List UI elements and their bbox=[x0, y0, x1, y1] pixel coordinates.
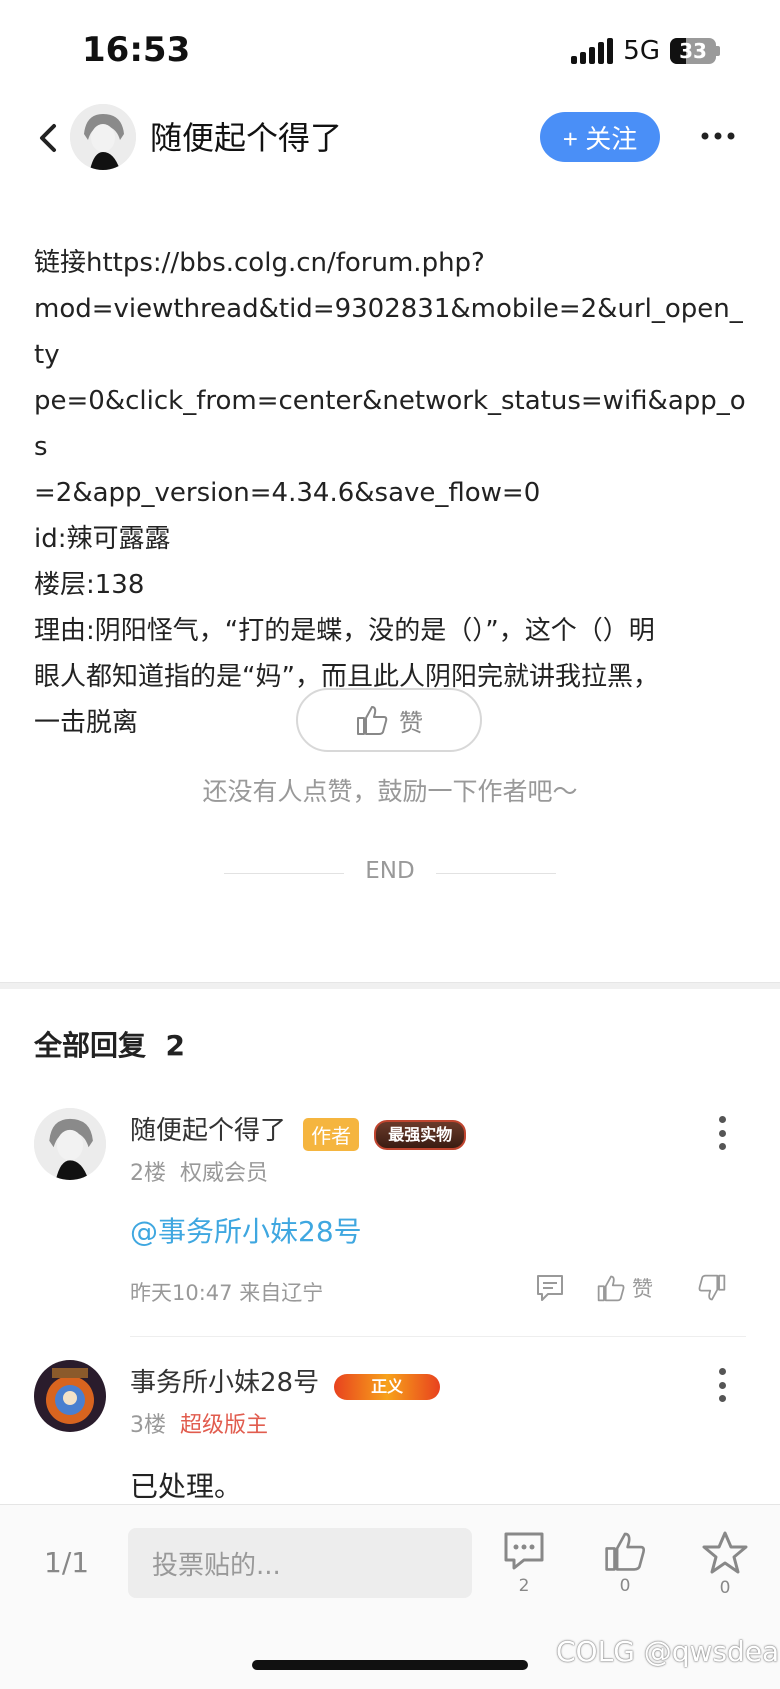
like-post-button[interactable]: 赞 bbox=[296, 688, 482, 752]
thumbs-up-icon bbox=[597, 1275, 625, 1302]
reply-like-button[interactable]: 赞 bbox=[596, 1273, 653, 1303]
reply-more-icon[interactable] bbox=[718, 1116, 726, 1150]
author-tag: 作者 bbox=[303, 1118, 360, 1151]
replies-count: 2 bbox=[165, 1029, 185, 1062]
page-indicator[interactable]: 1/1 bbox=[44, 1546, 89, 1579]
author-avatar[interactable] bbox=[70, 104, 136, 170]
reply-content: 已处理。 bbox=[130, 1470, 243, 1503]
thumbs-down-icon[interactable] bbox=[697, 1273, 727, 1303]
replies-title: 全部回复 2 bbox=[34, 1029, 185, 1062]
reply-role: 权威会员 bbox=[180, 1161, 269, 1186]
like-hint: 还没有人点赞，鼓励一下作者吧～ bbox=[202, 777, 578, 806]
status-indicators: 5G 33 bbox=[571, 36, 720, 66]
comments-button[interactable]: 2 bbox=[502, 1530, 546, 1596]
battery-icon: 33 bbox=[670, 38, 716, 64]
thumbs-up-icon bbox=[605, 1532, 646, 1571]
reply-author-name[interactable]: 事务所小妹28号 bbox=[130, 1368, 319, 1398]
end-divider-right bbox=[436, 873, 556, 874]
section-divider bbox=[0, 982, 780, 989]
post-content: 链接https://bbs.colg.cn/forum.php? mod=vie… bbox=[34, 240, 746, 746]
signal-icon bbox=[571, 38, 614, 64]
medal-badge: 最强实物 bbox=[374, 1119, 467, 1150]
favorite-button[interactable]: 0 bbox=[702, 1530, 748, 1598]
star-icon bbox=[702, 1531, 748, 1574]
reply-meta: 3楼 超级版主 bbox=[130, 1407, 268, 1439]
thumbs-up-icon bbox=[357, 706, 388, 735]
reply-actions: 赞 bbox=[534, 1272, 727, 1304]
back-arrow-icon[interactable] bbox=[34, 118, 62, 158]
reply-divider bbox=[130, 1336, 746, 1337]
follow-button[interactable]: + 关注 bbox=[540, 112, 660, 162]
favorite-count: 0 bbox=[719, 1578, 731, 1598]
post-line: 链接https://bbs.colg.cn/forum.php? bbox=[34, 248, 485, 278]
comment-icon bbox=[504, 1532, 544, 1570]
post-line: 楼层:138 bbox=[34, 570, 145, 600]
battery-level: 33 bbox=[679, 39, 707, 63]
like-count: 0 bbox=[619, 1576, 631, 1596]
comment-count: 2 bbox=[518, 1576, 530, 1596]
post-line: pe=0&click_from=center&network_status=wi… bbox=[34, 386, 746, 462]
reply-role: 超级版主 bbox=[180, 1413, 269, 1438]
like-label: 赞 bbox=[399, 708, 423, 737]
author-name[interactable]: 随便起个得了 bbox=[150, 113, 342, 159]
post-line: id:辣可露露 bbox=[34, 524, 171, 554]
reply-author-name[interactable]: 随便起个得了 bbox=[130, 1116, 286, 1146]
post-line: 理由:阴阳怪气，“打的是蝶，没的是（）”，这个（）明 bbox=[34, 616, 655, 646]
end-divider-left bbox=[224, 873, 344, 874]
medal-badge: 正义 bbox=[334, 1373, 441, 1400]
end-marker: END bbox=[365, 858, 415, 884]
home-indicator[interactable] bbox=[252, 1660, 528, 1670]
reply-header: 事务所小妹28号 正义 bbox=[130, 1362, 441, 1400]
status-time: 16:53 bbox=[82, 30, 191, 70]
reply-floor: 2楼 bbox=[130, 1161, 166, 1186]
reply-mention-link[interactable]: @事务所小妹28号 bbox=[130, 1210, 362, 1250]
reply-header: 随便起个得了 作者 最强实物 bbox=[130, 1110, 467, 1151]
like-button[interactable]: 0 bbox=[602, 1530, 648, 1596]
post-line: =2&app_version=4.34.6&save_flow=0 bbox=[34, 478, 541, 508]
reply-meta: 2楼 权威会员 bbox=[130, 1155, 268, 1187]
reply-avatar[interactable] bbox=[34, 1360, 106, 1432]
post-line: mod=viewthread&tid=9302831&mobile=2&url_… bbox=[34, 294, 743, 370]
reply-avatar[interactable] bbox=[34, 1108, 106, 1180]
watermark: COLG @qwsdea bbox=[556, 1635, 780, 1668]
reply-more-icon[interactable] bbox=[718, 1368, 726, 1402]
network-type: 5G bbox=[623, 36, 660, 66]
reply-floor: 3楼 bbox=[130, 1413, 166, 1438]
more-options-icon[interactable] bbox=[700, 126, 736, 146]
reply-time: 昨天10:47 来自辽宁 bbox=[130, 1281, 324, 1305]
comment-icon[interactable] bbox=[534, 1272, 566, 1304]
reply-input[interactable]: 投票贴的... bbox=[128, 1528, 472, 1598]
